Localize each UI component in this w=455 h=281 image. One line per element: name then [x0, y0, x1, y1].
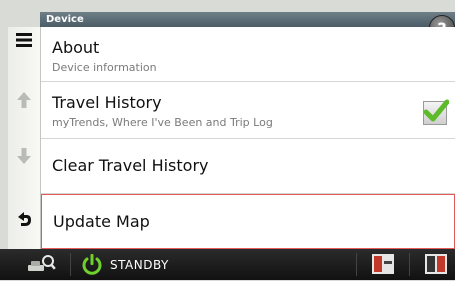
divider	[70, 253, 71, 276]
item-subtitle: myTrends, Where I've Been and Trip Log	[52, 116, 273, 129]
checkmark-icon	[423, 99, 449, 122]
section-title: Device	[46, 14, 84, 25]
scroll-down-button[interactable]	[8, 147, 40, 165]
vehicle-position-button[interactable]	[28, 254, 56, 278]
menu-icon	[16, 33, 32, 47]
list-item-travel-history[interactable]: Travel History myTrends, Where I've Been…	[41, 82, 455, 139]
section-header: Device	[40, 12, 455, 27]
divider	[409, 253, 410, 276]
back-icon	[18, 212, 31, 226]
sidebar	[8, 27, 41, 249]
list-item-update-map[interactable]: Update Map	[41, 194, 455, 249]
item-subtitle: Device information	[52, 61, 157, 74]
screen-mode-button[interactable]	[372, 254, 394, 278]
split-screen-button[interactable]	[425, 254, 447, 278]
scroll-up-button[interactable]	[8, 91, 40, 109]
item-title: Travel History	[52, 93, 162, 112]
split-display-icon	[425, 254, 447, 274]
arrow-up-icon	[17, 92, 31, 108]
menu-button[interactable]	[8, 33, 40, 47]
divider	[356, 253, 357, 276]
vehicle-search-icon	[28, 255, 56, 271]
settings-list: About Device information Travel History …	[41, 27, 455, 249]
list-item-about[interactable]: About Device information	[41, 27, 455, 82]
status-bar: STANDBY	[0, 249, 455, 280]
arrow-down-icon	[17, 148, 31, 164]
item-title: Clear Travel History	[52, 156, 209, 175]
standby-label: STANDBY	[110, 258, 169, 272]
item-title: About	[52, 38, 100, 57]
display-icon	[372, 254, 394, 274]
power-icon	[82, 254, 102, 275]
standby-button[interactable]	[80, 253, 104, 281]
item-title: Update Map	[53, 212, 150, 231]
travel-history-checkbox[interactable]	[423, 99, 449, 125]
list-item-clear-travel-history[interactable]: Clear Travel History	[41, 139, 455, 194]
back-button[interactable]	[8, 211, 40, 229]
